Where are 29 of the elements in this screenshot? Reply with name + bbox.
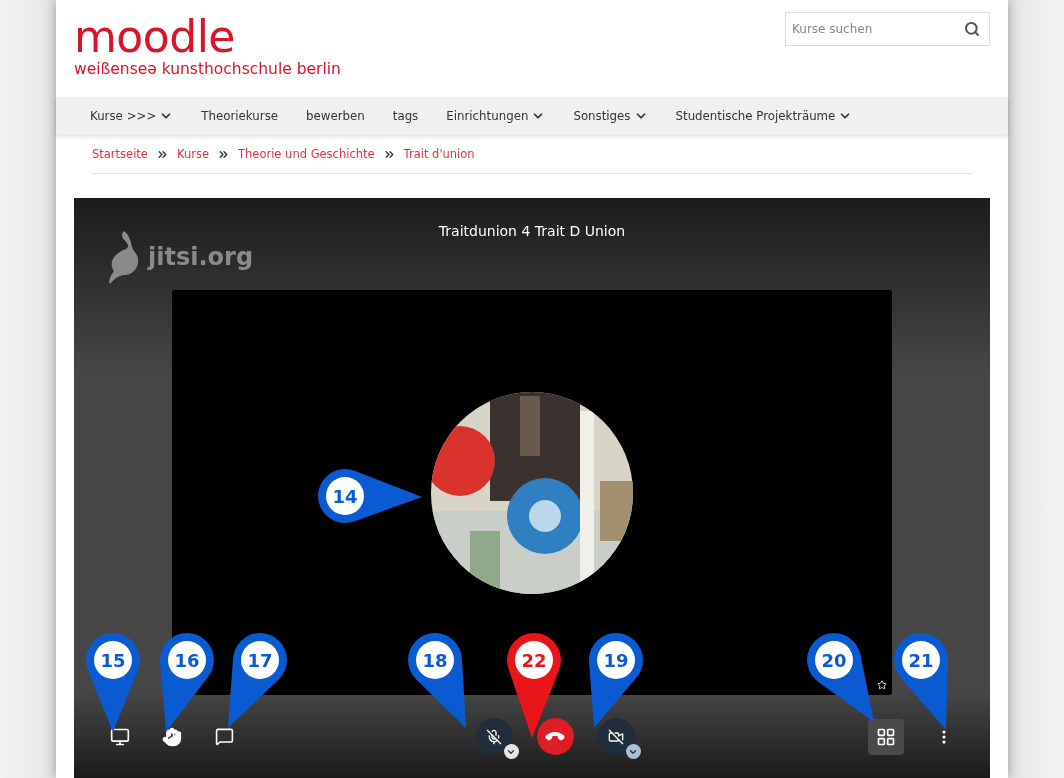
breadcrumb-link[interactable]: Trait d'union [403,147,475,161]
meeting-title: Traitdunion 4 Trait D Union [437,223,627,241]
monitor-icon [110,726,130,747]
camera-button[interactable] [597,718,635,755]
grid-icon [876,726,896,747]
microphone-button[interactable] [475,718,513,755]
breadcrumb-link[interactable]: Startseite [92,147,148,161]
hand-icon [162,726,182,747]
speech-bubble-icon [214,727,234,746]
muted-microphone-icon [486,728,502,745]
logo[interactable]: moodle [74,14,341,60]
nav-link[interactable]: Sonstiges [573,109,648,123]
nav-link[interactable]: tags [392,109,419,123]
star-icon [877,680,887,690]
camera-off-icon [608,728,624,745]
tile-view-button[interactable] [868,718,904,755]
nav-link[interactable]: Einrichtungen [446,109,546,123]
brand-watermark: jitsi.org [148,243,254,271]
nav-link[interactable]: Kurse >>> [90,109,174,123]
nav-link[interactable]: Theoriekurse [201,109,279,123]
hang-up-button[interactable] [536,718,574,755]
vertical-dots-icon [942,729,946,744]
search-field[interactable]: Kurse suchen [785,12,990,46]
nav-link[interactable]: Studentische Projekträume [675,109,853,123]
breadcrumb-link[interactable]: Kurse [176,147,209,161]
breadcrumb-link[interactable]: Theorie und Geschichte [238,147,375,161]
search-icon[interactable] [964,21,980,37]
logo-subtitle: weißenseə kunsthochschule berlin [74,60,341,78]
nav-link[interactable]: bewerben [306,109,365,123]
